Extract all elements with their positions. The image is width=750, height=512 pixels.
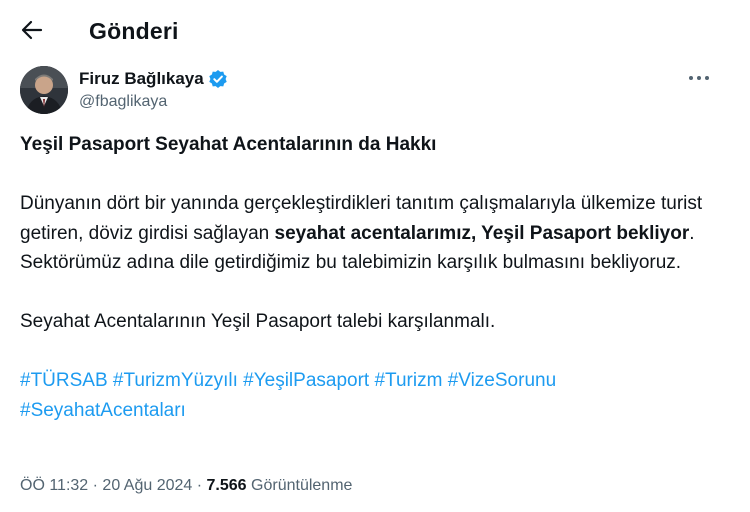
hashtag-link[interactable]: #VizeSorunu (448, 370, 556, 391)
meta-separator: · (196, 477, 203, 494)
tweet-meta: ÖÖ 11:32 · 20 Ağu 2024 · 7.566 Görüntüle… (20, 475, 352, 497)
meta-separator: · (92, 477, 98, 494)
author-name[interactable]: Firuz Bağlıkaya (79, 68, 204, 90)
verified-badge-icon[interactable] (208, 69, 228, 89)
page-header: Gönderi (0, 0, 750, 62)
tweet-paragraph-1-bold: seyahat acentalarımız, Yeşil Pasaport be… (274, 222, 690, 244)
tweet-paragraph-2: Seyahat Acentalarının Yeşil Pasaport tal… (20, 311, 496, 332)
tweet-detail-page: Gönderi Firuz Bağlıkaya @fbaglikaya Yeşi… (0, 0, 750, 512)
tweet-paragraph-1: Dünyanın dört bir yanında gerçekleştirdi… (20, 189, 725, 278)
author-name-row: Firuz Bağlıkaya (79, 67, 228, 91)
tweet-date[interactable]: 20 Ağu 2024 (102, 477, 192, 494)
hashtag-link[interactable]: #TÜRSAB (20, 370, 108, 391)
author-avatar[interactable] (20, 66, 68, 114)
back-button[interactable] (18, 16, 46, 44)
profile-photo (20, 66, 68, 114)
hashtag-link[interactable]: #SeyahatAcentaları (20, 400, 186, 421)
tweet-heading: Yeşil Pasaport Seyahat Acentalarının da … (20, 134, 437, 155)
more-dots-icon (689, 76, 709, 80)
views-count: 7.566 (206, 477, 247, 494)
tweet-time[interactable]: ÖÖ 11:32 (20, 477, 88, 494)
hashtag-link[interactable]: #Turizm (374, 370, 442, 391)
more-options-button[interactable] (684, 66, 714, 90)
hashtag-link[interactable]: #TurizmYüzyılı (113, 370, 238, 391)
arrow-left-icon (21, 20, 43, 40)
tweet-text: Yeşil Pasaport Seyahat Acentalarının da … (20, 130, 725, 425)
page-title: Gönderi (89, 18, 179, 44)
views-label: Görüntülenme (251, 477, 353, 494)
tweet-hashtags: #TÜRSAB #TurizmYüzyılı #YeşilPasaport #T… (20, 366, 725, 425)
author-handle[interactable]: @fbaglikaya (79, 92, 167, 112)
hashtag-link[interactable]: #YeşilPasaport (243, 370, 369, 391)
